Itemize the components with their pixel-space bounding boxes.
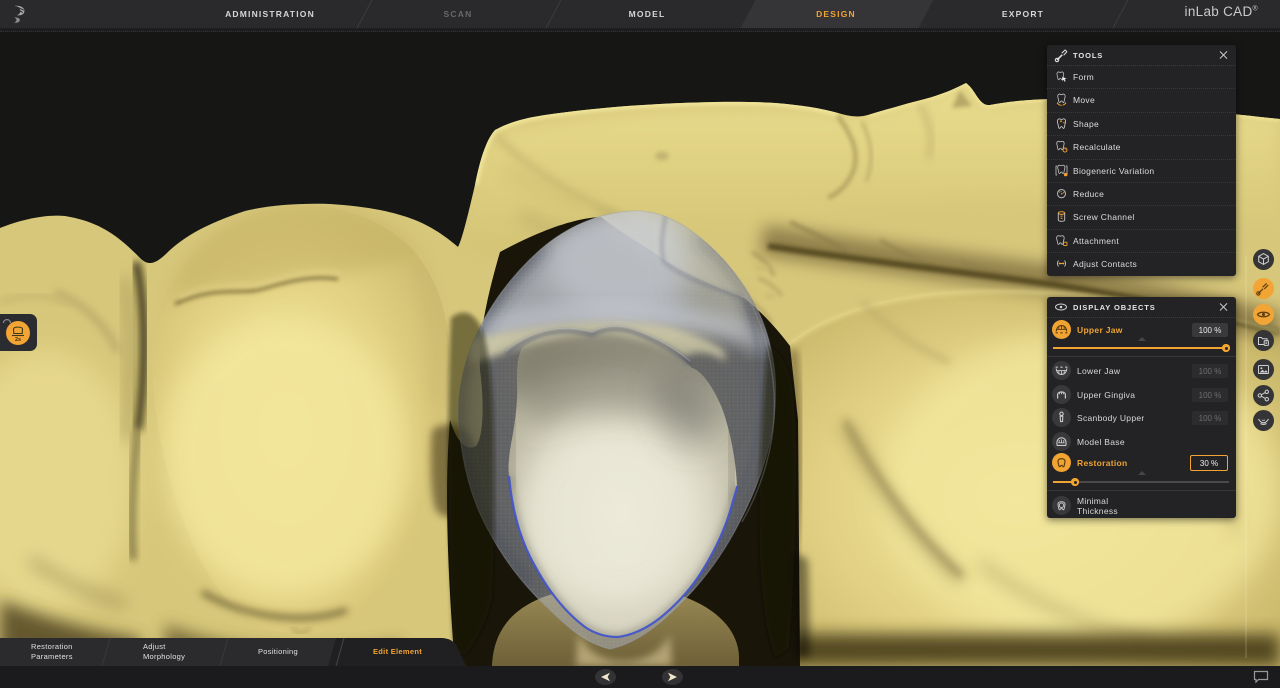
svg-text:2s: 2s [15,337,21,343]
